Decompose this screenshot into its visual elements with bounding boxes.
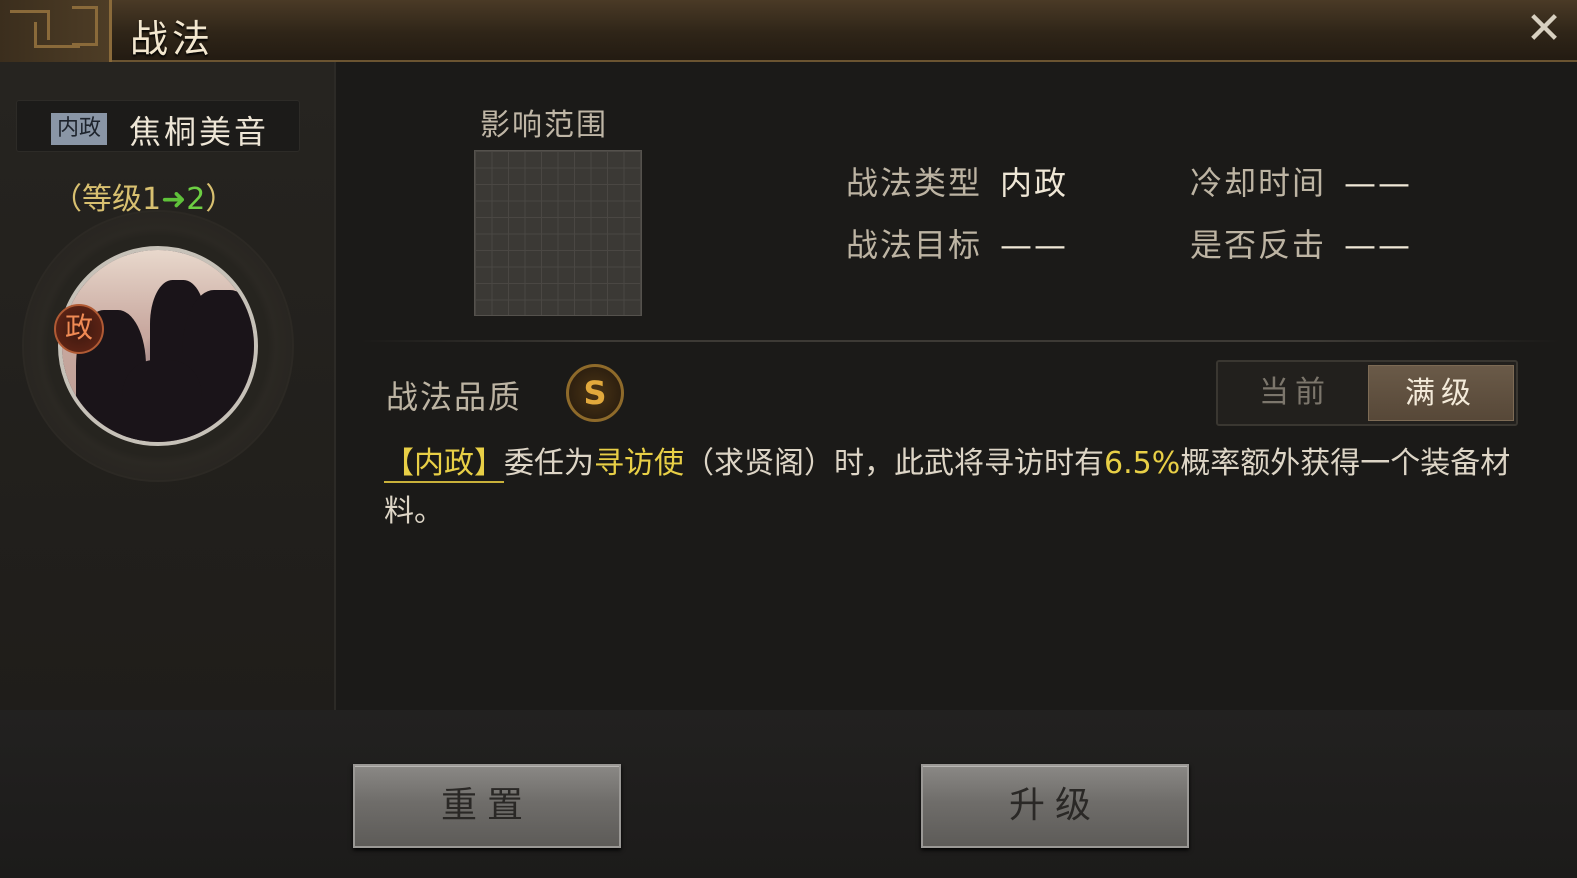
toggle-current[interactable]: 当前	[1222, 365, 1368, 421]
quality-grade-badge: S	[566, 364, 624, 422]
attr-label: 是否反击	[1190, 226, 1327, 264]
desc-text: （求贤阁）时，此武将寻访时有	[684, 446, 1104, 481]
quality-label: 战法品质	[386, 378, 523, 416]
reset-button[interactable]: 重置	[353, 764, 621, 848]
attr-counterattack: 是否反击 ——	[1190, 220, 1412, 266]
attr-skill-type: 战法类型 内政	[846, 158, 1068, 204]
desc-role: 寻访使	[594, 446, 684, 481]
desc-rate: 6.5%	[1104, 446, 1181, 481]
attr-value: 内政	[1000, 164, 1069, 202]
attr-skill-target: 战法目标 ——	[846, 220, 1068, 266]
title-bar: 战法 ✕	[0, 0, 1577, 62]
attr-label: 冷却时间	[1190, 164, 1327, 202]
politics-badge: 政	[54, 304, 104, 354]
portrait-figure	[122, 360, 202, 442]
range-grid	[474, 150, 642, 316]
attr-label: 战法类型	[846, 164, 983, 202]
skill-type-tag: 内政	[51, 113, 108, 145]
attr-value: ——	[1000, 226, 1069, 264]
attr-label: 战法目标	[846, 226, 983, 264]
ornament-piece	[72, 6, 98, 46]
close-icon[interactable]: ✕	[1521, 6, 1567, 52]
skill-name: 焦桐美音	[129, 113, 270, 151]
bottom-bar	[0, 710, 1577, 878]
range-label: 影响范围	[480, 108, 608, 143]
skill-name-box: 内政 焦桐美音	[16, 100, 300, 152]
skill-description: 【内政】委任为寻访使（求贤阁）时，此武将寻访时有6.5%概率额外获得一个装备材料…	[384, 440, 1534, 536]
level-close: ）	[205, 182, 236, 217]
toggle-max-level[interactable]: 满级	[1368, 365, 1514, 421]
level-to: 2	[186, 182, 206, 217]
level-toggle: 当前 满级	[1216, 360, 1518, 426]
title-ornament-icon	[0, 0, 112, 62]
window-title: 战法	[130, 17, 215, 61]
level-open: （等级	[52, 182, 142, 217]
desc-text: 委任为	[504, 446, 594, 481]
upgrade-button[interactable]: 升级	[921, 764, 1189, 848]
attr-value: ——	[1344, 226, 1413, 264]
attr-value: ——	[1344, 164, 1413, 202]
desc-tag: 【内政】	[384, 446, 504, 483]
section-divider	[360, 340, 1560, 342]
attr-cooldown: 冷却时间 ——	[1190, 158, 1412, 204]
